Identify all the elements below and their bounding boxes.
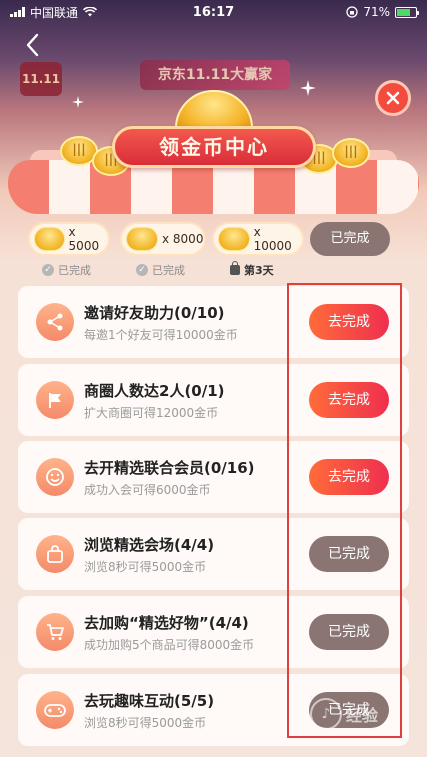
watermark-text: 经验 — [346, 706, 379, 725]
task-row: 商圈人数达2人(0/1) 扩大商圈可得12000金币 去完成 — [18, 364, 409, 436]
milestone-row: x 5000 x 8000 x 10000 已完成 — [28, 222, 400, 256]
task-row: 去加购“精选好物”(4/4) 成功加购5个商品可得8000金币 已完成 — [18, 596, 409, 668]
milestone-status-button[interactable]: 已完成 — [310, 222, 390, 256]
task-done-button[interactable]: 已完成 — [309, 614, 389, 650]
battery-icon — [395, 6, 419, 18]
milestone-label-text: 已完成 — [58, 264, 91, 277]
coin-icon — [34, 227, 65, 251]
coin-icon — [218, 227, 250, 251]
task-go-button[interactable]: 去完成 — [309, 459, 389, 495]
task-title: 去玩趣味互动(5/5) — [84, 692, 215, 710]
milestone-label-text: 已完成 — [152, 264, 185, 277]
coin-icon — [126, 227, 158, 251]
milestone-amount: x 5000 — [68, 225, 100, 253]
task-subtitle: 成功入会可得6000金币 — [84, 483, 211, 497]
brand-banner: 京东11.11大赢家 — [140, 60, 290, 90]
milestone-label-3: 第3天 — [230, 261, 274, 278]
task-done-button[interactable]: 已完成 — [309, 536, 389, 572]
task-title: 邀请好友助力(0/10) — [84, 304, 225, 322]
task-title: 去开精选联合会员(0/16) — [84, 459, 255, 477]
task-subtitle: 浏览8秒可得5000金币 — [84, 716, 207, 730]
close-button[interactable] — [375, 80, 411, 116]
brand-logo-left: 11.11 — [20, 62, 62, 96]
lock-icon — [230, 261, 240, 275]
task-row: 去开精选联合会员(0/16) 成功入会可得6000金币 去完成 — [18, 441, 409, 513]
milestone-amount: x 10000 — [253, 225, 292, 253]
status-bar: 中国联通 16:17 71% — [0, 0, 427, 24]
task-subtitle: 浏览8秒可得5000金币 — [84, 560, 207, 574]
milestone-reward-2: x 8000 — [120, 222, 206, 256]
milestone-reward-1: x 5000 — [28, 222, 110, 256]
milestone-label-1: ✓ 已完成 — [42, 262, 91, 278]
cart-icon — [36, 613, 74, 651]
smile-icon — [36, 458, 74, 496]
milestone-label-text: 第3天 — [244, 264, 274, 277]
task-subtitle: 成功加购5个商品可得8000金币 — [84, 638, 255, 652]
awning-stripes — [8, 160, 419, 214]
milestone-labels: ✓ 已完成 ✓ 已完成 第3天 — [28, 261, 400, 278]
page: 中国联通 16:17 71% 11.11 京东11.11大赢家 ||| ||| … — [0, 0, 427, 757]
watermark-logo-icon: ♪ — [310, 698, 342, 730]
milestone-amount: x 8000 — [162, 232, 204, 246]
bag-icon — [36, 535, 74, 573]
task-title: 去加购“精选好物”(4/4) — [84, 614, 249, 632]
task-go-button[interactable]: 去完成 — [309, 304, 389, 340]
task-go-button[interactable]: 去完成 — [309, 382, 389, 418]
task-subtitle: 扩大商圈可得12000金币 — [84, 406, 219, 420]
page-title: 领金币中心 — [112, 126, 316, 168]
status-time: 16:17 — [192, 4, 235, 20]
back-icon[interactable] — [22, 32, 44, 58]
task-subtitle: 每邀1个好友可得10000金币 — [84, 328, 238, 342]
check-icon: ✓ — [42, 264, 54, 276]
check-icon: ✓ — [136, 264, 148, 276]
watermark: ♪ 经验 — [310, 692, 415, 736]
task-title: 商圈人数达2人(0/1) — [84, 382, 225, 400]
flag-icon — [36, 381, 74, 419]
gamepad-icon — [36, 691, 74, 729]
task-row: 邀请好友助力(0/10) 每邀1个好友可得10000金币 去完成 — [18, 286, 409, 358]
task-title: 浏览精选会场(4/4) — [84, 536, 215, 554]
coin-stack-icon — [332, 138, 370, 168]
share-icon — [36, 303, 74, 341]
sparkle-icon — [72, 96, 84, 108]
milestone-reward-3: x 10000 — [212, 222, 304, 256]
task-row: 浏览精选会场(4/4) 浏览8秒可得5000金币 已完成 — [18, 518, 409, 590]
close-icon — [386, 91, 400, 105]
sparkle-icon — [300, 80, 316, 96]
milestone-label-2: ✓ 已完成 — [136, 262, 185, 278]
